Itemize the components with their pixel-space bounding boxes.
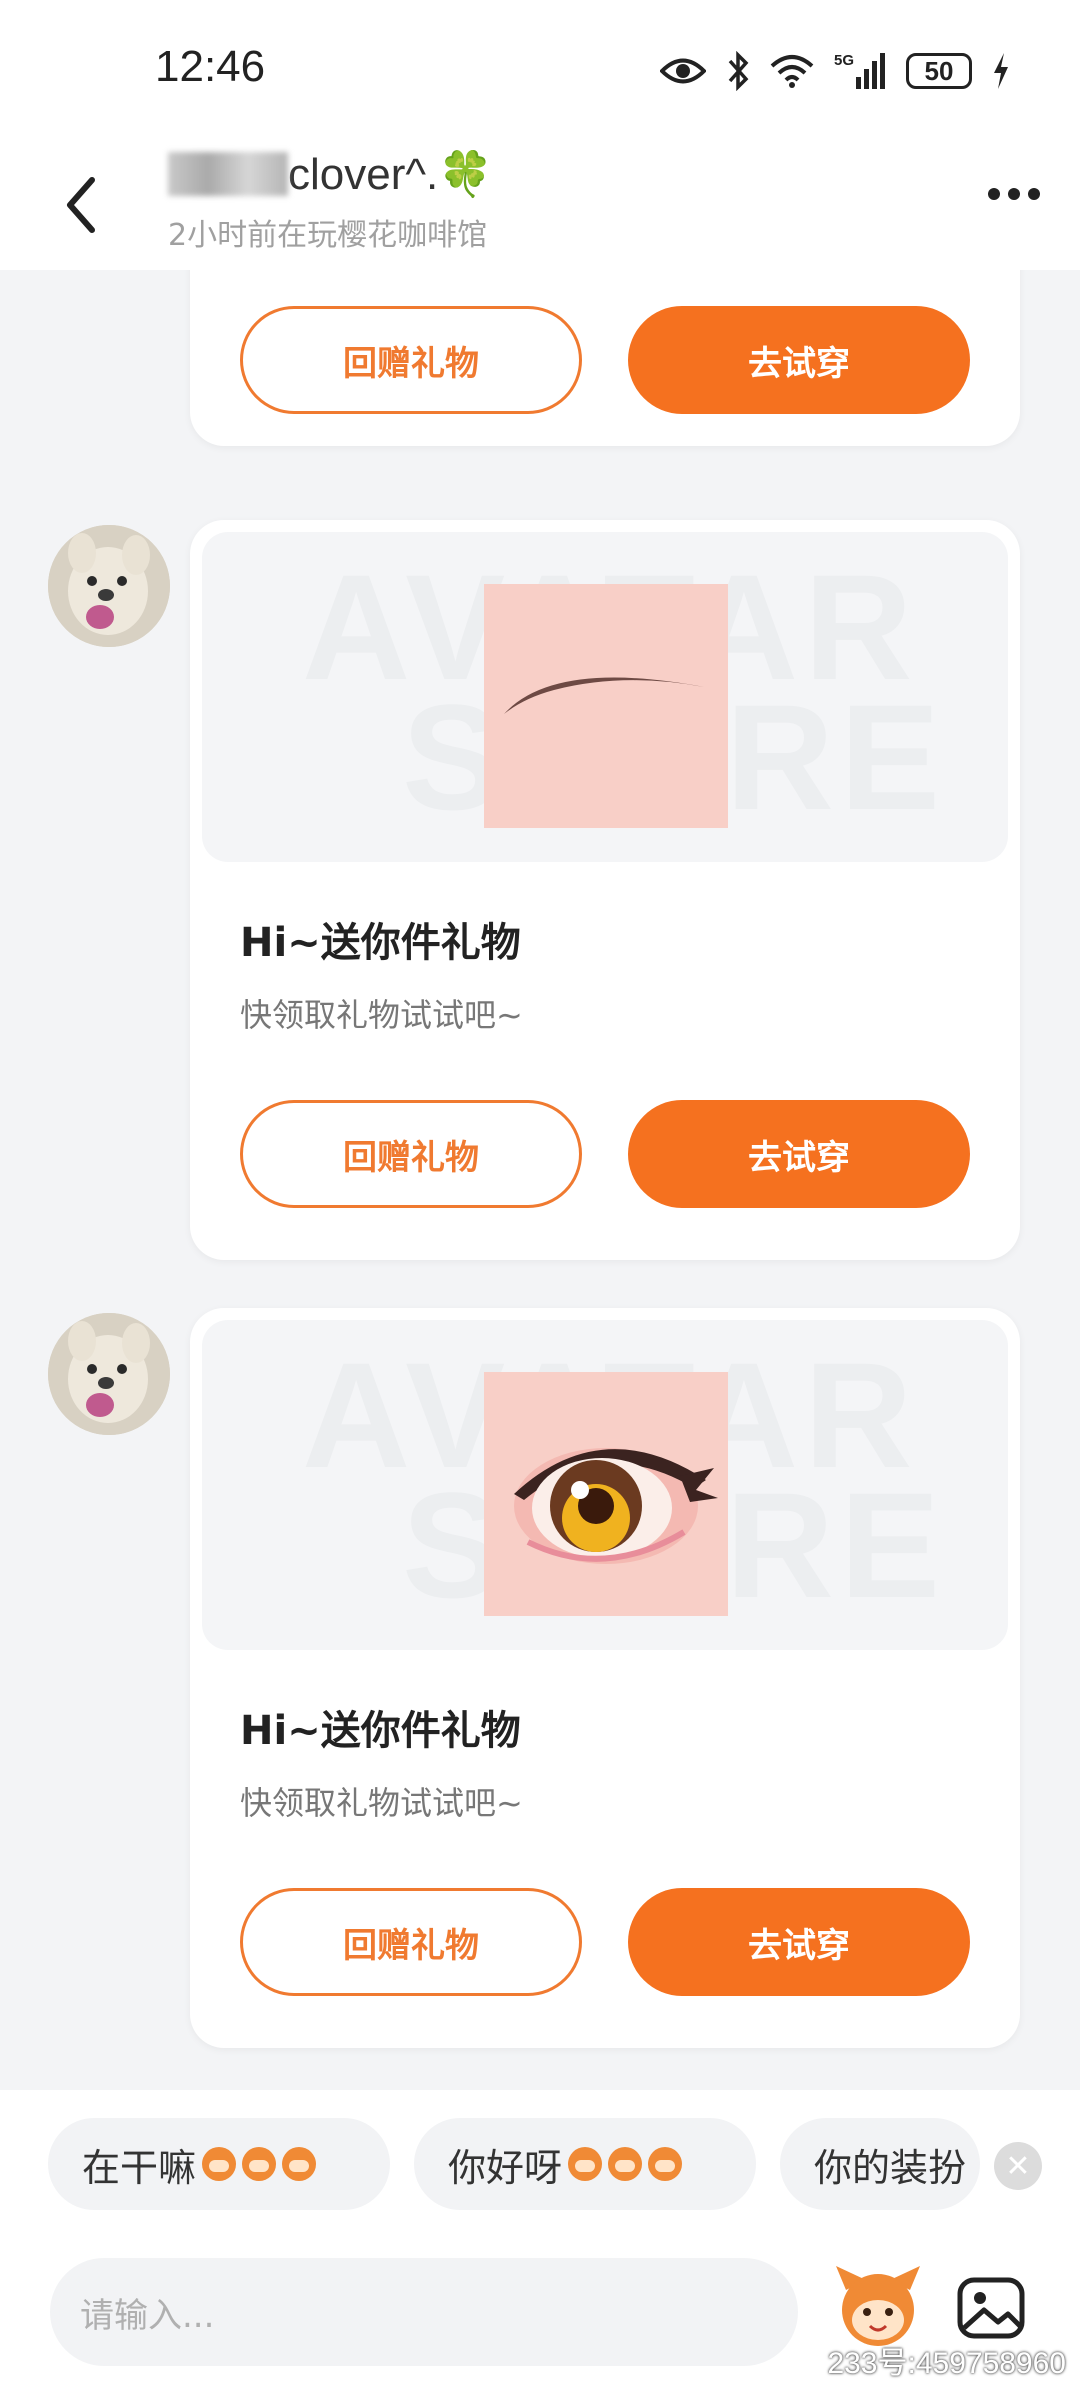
gift-subtitle: 快领取礼物试试吧~ [240,1784,523,1822]
gift-title: Hi~送你件礼物 [240,920,521,966]
dog-avatar-image [48,525,170,647]
charging-icon [994,53,1008,89]
emoji-icon [242,2147,277,2181]
quick-reply-label: 你的装扮 [814,2145,967,2190]
eye-icon [660,58,706,84]
sender-avatar[interactable] [48,1313,170,1435]
emoji-icon [608,2147,643,2181]
contact-name-row[interactable]: clover^.🍀 [168,148,493,200]
wifi-icon [770,55,814,88]
image-picker-icon[interactable] [956,2276,1026,2340]
return-gift-button[interactable]: 回赠礼物 [240,1100,582,1208]
emoji-icon [202,2147,237,2181]
chat-header: clover^.🍀 2小时前在玩樱花咖啡馆 [0,140,1080,270]
try-on-button[interactable]: 去试穿 [628,306,970,414]
quick-reply-label: 你好呀 [448,2145,563,2190]
gift-title: Hi~送你件礼物 [240,1708,521,1754]
eye-item-thumbnail [484,1372,728,1616]
status-bar: 12:46 5G 50 [0,0,1080,140]
gift-preview[interactable]: AVATARSTORE [202,532,1008,862]
gift-subtitle: 快领取礼物试试吧~ [240,996,523,1034]
close-quick-replies-icon[interactable]: ✕ [994,2142,1042,2190]
footer-user-id: 233号:459758960 [827,2347,1066,2380]
gift-preview[interactable]: AVATARSTORE [202,1320,1008,1650]
gift-card: AVATARSTORE Hi~送你件礼物 快领取礼物试试吧~ 回赠礼物 去试穿 [190,1308,1020,2048]
return-gift-button[interactable]: 回赠礼物 [240,306,582,414]
sender-avatar[interactable] [48,525,170,647]
message-input[interactable]: 请输入... [50,2258,798,2366]
svg-text:5G: 5G [834,52,854,69]
quick-reply-chip[interactable]: 你的装扮 [780,2118,980,2210]
blurred-name-prefix [168,152,288,196]
emoji-icon [648,2147,683,2181]
status-time: 12:46 [155,42,266,91]
emoji-icon [282,2147,317,2181]
more-options-icon[interactable] [988,188,1040,200]
back-icon[interactable] [60,170,104,240]
bluetooth-icon [728,51,749,91]
chat-message-list[interactable]: 回赠礼物 去试穿 AVATARSTORE Hi~送你件礼物 快领取礼物试试吧~ … [0,270,1080,2090]
contact-activity-status: 2小时前在玩樱花咖啡馆 [168,218,488,253]
return-gift-button[interactable]: 回赠礼物 [240,1888,582,1996]
bottom-input-area: 在干嘛 你好呀 你的装扮 ✕ 请输入... 233号:459758960 [0,2090,1080,2400]
contact-name: clover^.🍀 [288,150,494,199]
gift-card: AVATARSTORE Hi~送你件礼物 快领取礼物试试吧~ 回赠礼物 去试穿 [190,520,1020,1260]
quick-reply-chip[interactable]: 在干嘛 [48,2118,390,2210]
quick-reply-label: 在干嘛 [82,2145,197,2190]
dog-avatar-image [48,1313,170,1435]
try-on-button[interactable]: 去试穿 [628,1888,970,1996]
try-on-button[interactable]: 去试穿 [628,1100,970,1208]
gift-card: 回赠礼物 去试穿 [190,270,1020,446]
quick-reply-chip[interactable]: 你好呀 [414,2118,756,2210]
emoji-icon [568,2147,603,2181]
signal-5g-icon: 5G [834,52,885,89]
eyebrow-item-thumbnail [484,584,728,828]
status-icons: 5G 50 [660,48,1010,94]
battery-indicator: 50 [906,53,972,89]
